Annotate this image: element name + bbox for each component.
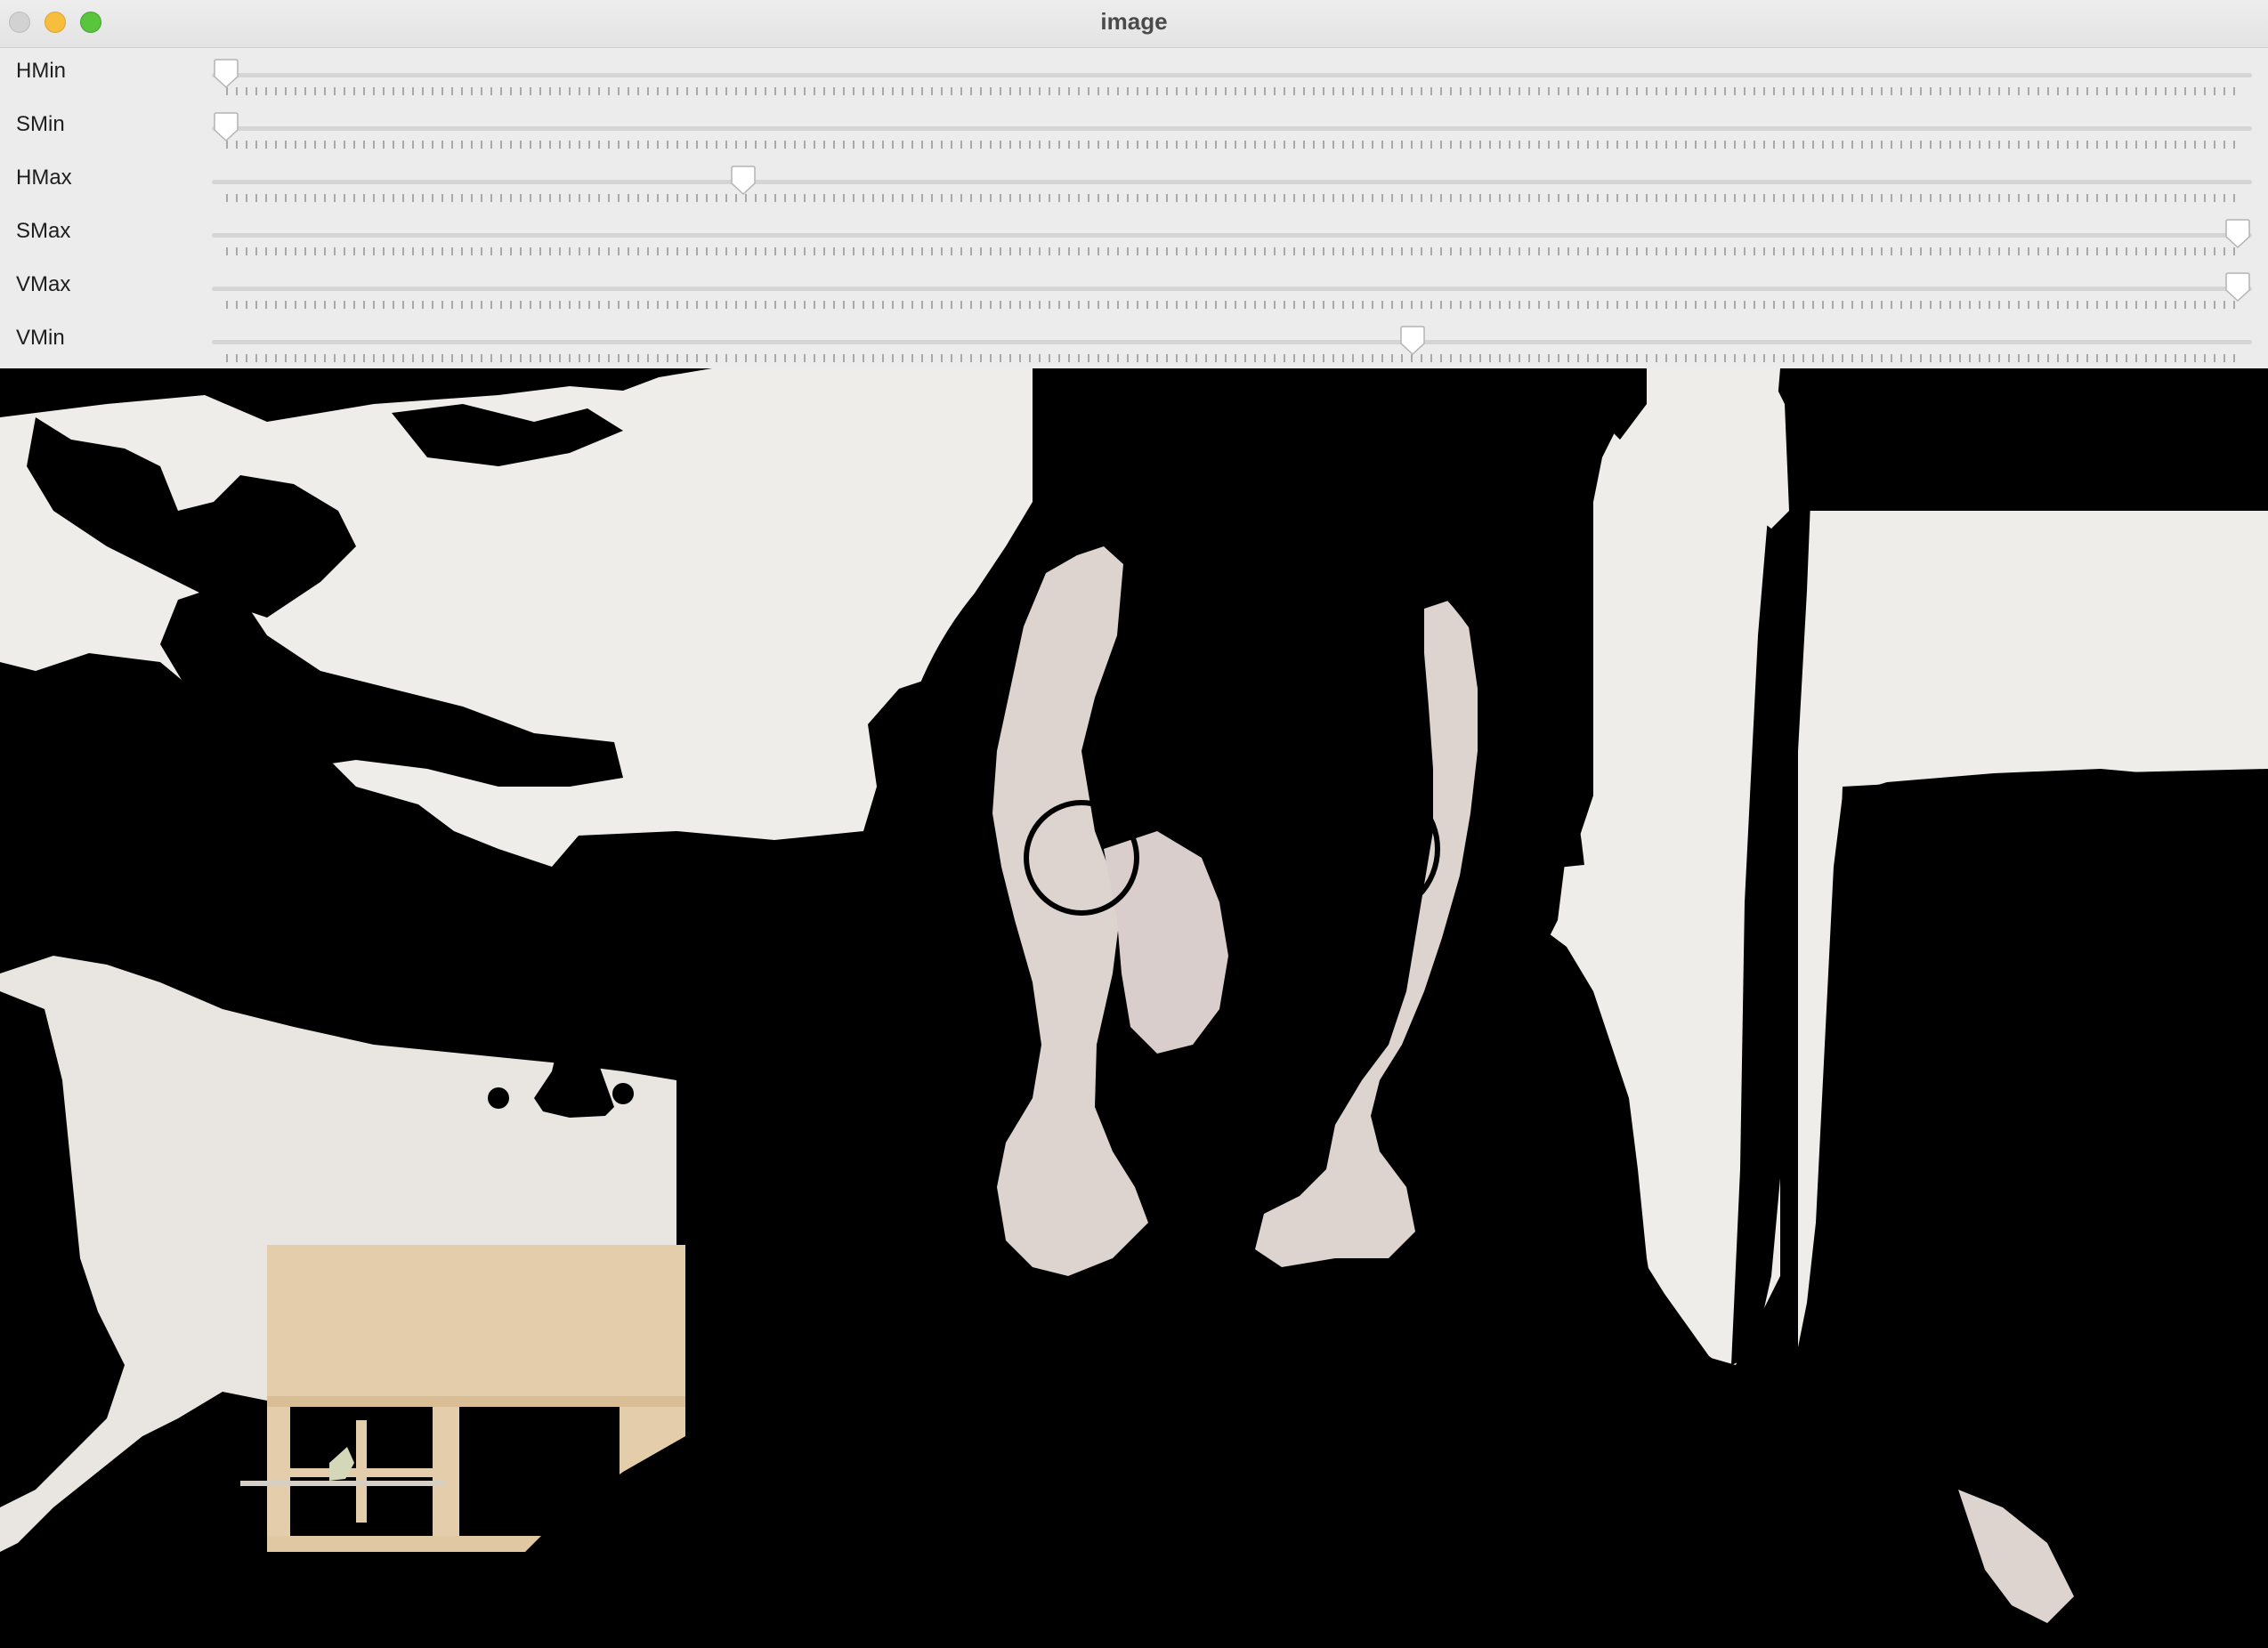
slider-track[interactable]	[212, 180, 2252, 184]
hmax-slider[interactable]	[212, 155, 2252, 208]
shelf	[267, 1245, 685, 1396]
window-title: image	[1100, 8, 1168, 35]
shelf	[267, 1396, 685, 1407]
trackbar-label: HMax	[16, 166, 72, 190]
shelf	[433, 1407, 459, 1536]
trackbar-panel: HMin SMin HMax SMax VMax VMin	[0, 48, 2268, 368]
slider-track[interactable]	[212, 126, 2252, 131]
app-window: image HMin SMin HMax SMax VMax VMin	[0, 0, 2268, 1648]
trackbar-smin: SMin	[0, 101, 2268, 155]
trackbar-label: VMax	[16, 272, 71, 296]
slider-thumb[interactable]	[2223, 272, 2252, 303]
slider-ticks	[226, 194, 2238, 202]
slider-track[interactable]	[212, 73, 2252, 77]
slider-ticks	[226, 141, 2238, 149]
slider-thumb[interactable]	[212, 112, 240, 142]
figurine	[488, 1087, 509, 1109]
trackbar-label: SMax	[16, 219, 71, 243]
trackbar-label: SMin	[16, 112, 65, 136]
trackbar-label: HMin	[16, 59, 67, 83]
small-plant	[240, 1481, 445, 1486]
slider-track[interactable]	[212, 233, 2252, 238]
trackbar-smax: SMax	[0, 208, 2268, 262]
trackbar-vmax: VMax	[0, 262, 2268, 315]
vmax-slider[interactable]	[212, 262, 2252, 315]
title-bar[interactable]: image	[0, 0, 2268, 48]
trackbar-hmax: HMax	[0, 155, 2268, 208]
camera-mask-image	[0, 368, 2268, 1648]
dark-panel	[1834, 769, 2268, 1648]
slider-thumb[interactable]	[729, 166, 757, 196]
slider-ticks	[226, 87, 2238, 95]
smax-slider[interactable]	[212, 208, 2252, 262]
slider-thumb[interactable]	[2223, 219, 2252, 249]
trackbar-vmin: VMin	[0, 315, 2268, 368]
slider-track[interactable]	[212, 287, 2252, 291]
slider-ticks	[226, 247, 2238, 255]
shelf	[290, 1468, 433, 1477]
vmin-slider[interactable]	[212, 315, 2252, 368]
masked-frame	[0, 368, 2268, 1648]
hmin-slider[interactable]	[212, 48, 2252, 101]
shelf	[267, 1407, 290, 1536]
trackbar-hmin: HMin	[0, 48, 2268, 101]
figurine	[612, 1083, 634, 1104]
slider-ticks	[226, 301, 2238, 309]
slider-thumb[interactable]	[212, 59, 240, 89]
smin-slider[interactable]	[212, 101, 2252, 155]
slider-track[interactable]	[212, 340, 2252, 344]
slider-ticks	[226, 354, 2238, 362]
trackbar-label: VMin	[16, 326, 65, 350]
slider-thumb[interactable]	[1398, 326, 1427, 356]
